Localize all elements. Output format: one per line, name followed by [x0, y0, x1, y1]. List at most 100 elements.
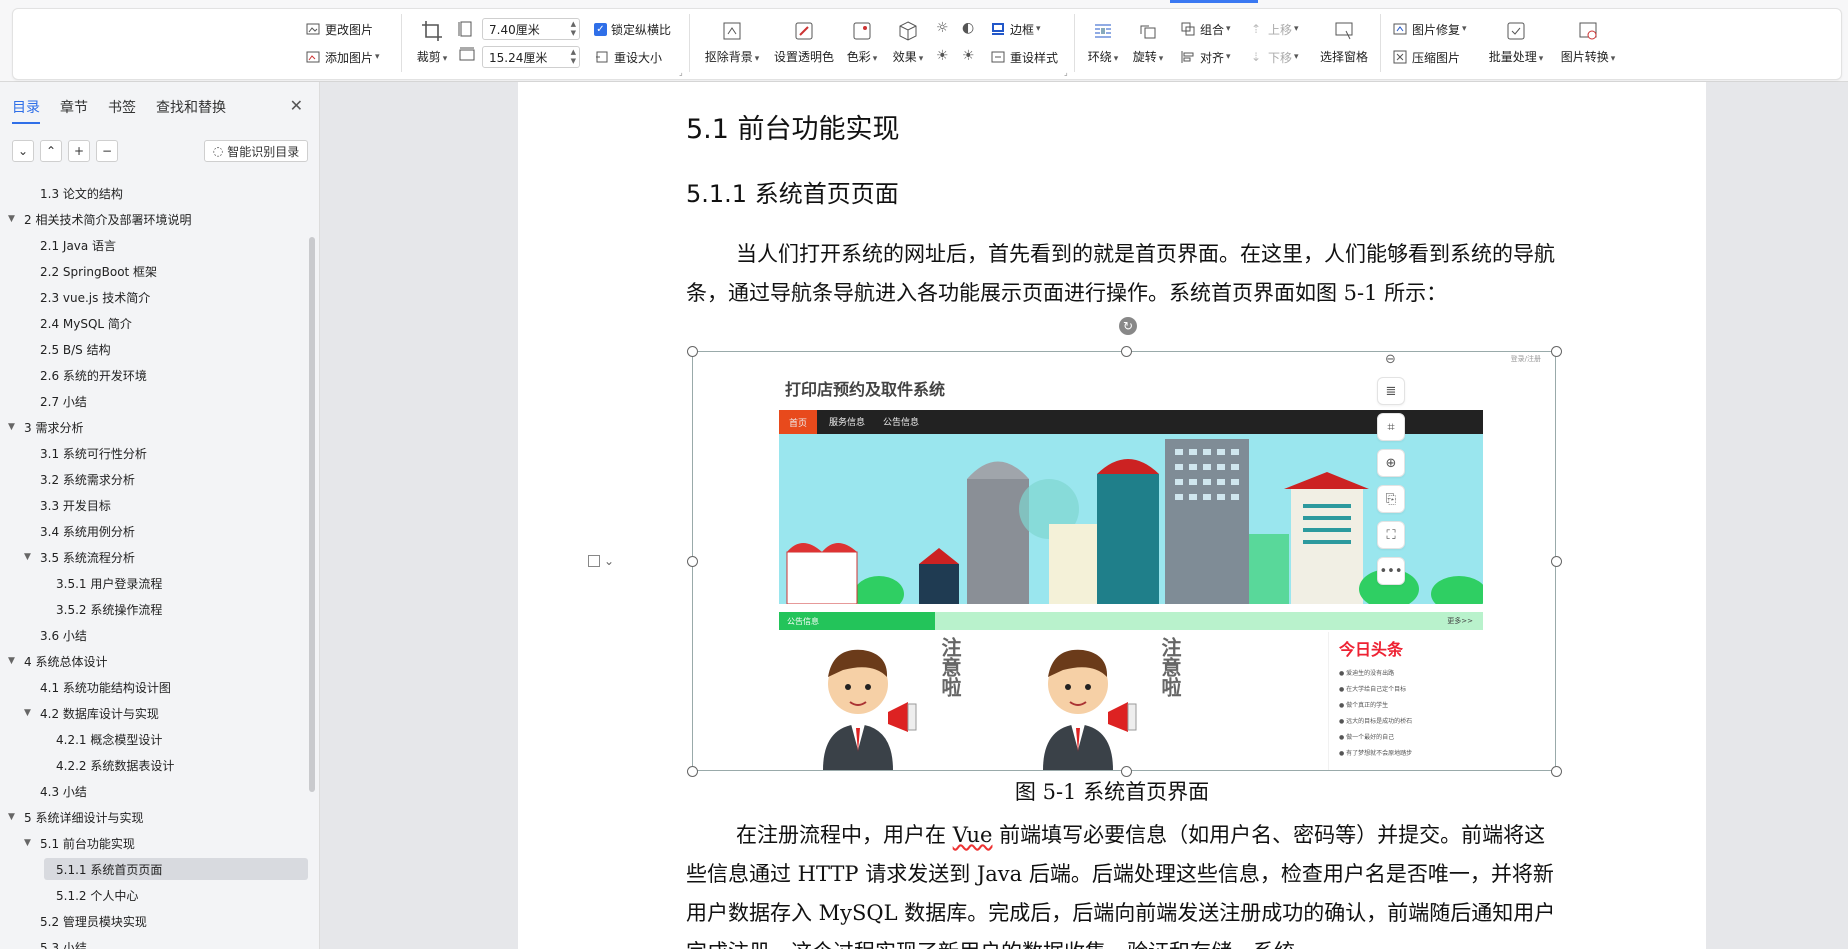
document-canvas[interactable]: 5.1 前台功能实现 5.1.1 系统首页页面 当人们打开系统的网址后，首先看到… [320, 82, 1848, 949]
toc-item[interactable]: 4.3 小结 [40, 780, 87, 802]
paragraph-intro[interactable]: 当人们打开系统的网址后，首先看到的就是首页界面。在这里，人们能够看到系统的导航条… [686, 235, 1566, 313]
contrast-down-icon[interactable]: ☀ [962, 48, 975, 64]
effects-button[interactable]: 效果 [890, 18, 926, 65]
set-transparent-button[interactable]: 设置透明色 [772, 18, 836, 65]
toc-item[interactable]: ▼ 2 相关技术简介及部署环境说明 [8, 208, 191, 230]
batch-process-icon [1503, 18, 1529, 44]
toc-item[interactable]: 1.3 论文的结构 [40, 182, 123, 204]
add-image-button[interactable]: 添加图片 [305, 46, 380, 68]
toc-item[interactable]: ▼ 5 系统详细设计与实现 [8, 806, 143, 828]
toc-item[interactable]: 2.1 Java 语言 [40, 234, 116, 256]
width-input[interactable]: 15.24厘米 ▲ ▼ [482, 46, 580, 68]
toc-item[interactable]: 4.2.1 概念模型设计 [56, 728, 162, 750]
resize-handle[interactable] [1121, 346, 1132, 357]
zoom-tool[interactable]: ⊕ [1377, 449, 1405, 477]
brightness-down-icon[interactable]: ☀ [936, 48, 949, 64]
toc-item[interactable]: 3.5.1 用户登录流程 [56, 572, 162, 594]
add-heading-button[interactable]: + [68, 140, 90, 162]
expand-arrow-icon[interactable]: ▼ [8, 812, 20, 822]
toc-item[interactable]: 3.1 系统可行性分析 [40, 442, 147, 464]
expand-arrow-icon[interactable]: ▼ [24, 838, 36, 848]
sidebar-scrollbar[interactable] [309, 237, 315, 792]
collapse-tools-icon[interactable]: ⊖ [1385, 352, 1396, 367]
wrap-layout-tool[interactable]: ≣ [1377, 377, 1405, 405]
layout-options-button[interactable]: ⌄ [588, 550, 624, 572]
paragraph-register[interactable]: 在注册流程中，用户在 Vue 前端填写必要信息（如用户名、密码等）并提交。前端将… [686, 816, 1566, 949]
expand-arrow-icon[interactable]: ▼ [24, 708, 36, 718]
height-input[interactable]: 7.40厘米 ▲ ▼ [482, 18, 580, 40]
rotate-button[interactable]: 旋转 [1130, 18, 1166, 65]
toc-item[interactable]: 2.6 系统的开发环境 [40, 364, 147, 386]
toc-item[interactable]: 5.3 小结 [40, 936, 87, 949]
collapse-all-button[interactable]: ⌄ [12, 140, 34, 162]
contrast-icon[interactable]: ◐ [962, 20, 974, 36]
expand-arrow-icon[interactable]: ▼ [8, 214, 20, 224]
resize-handle[interactable] [687, 556, 698, 567]
extract-text-tool[interactable]: ⛶ [1377, 521, 1405, 549]
navigation-pane: 目录 章节 书签 查找和替换 ✕ ⌄ ⌃ + − ◌ 智能识别目录 1.3 论文… [0, 82, 320, 949]
dialog-launcher-icon[interactable]: ⌟ [1064, 68, 1068, 77]
smart-toc-button[interactable]: ◌ 智能识别目录 [204, 140, 308, 162]
crop-tool[interactable]: ⌗ [1377, 413, 1405, 441]
brightness-up-icon[interactable]: ☼ [936, 20, 949, 36]
crop-button[interactable]: 裁剪 [412, 18, 452, 65]
toc-item[interactable]: 3.4 系统用例分析 [40, 520, 135, 542]
tab-find-replace[interactable]: 查找和替换 [156, 97, 226, 117]
move-down-button[interactable]: ⇣ 下移 [1248, 46, 1299, 68]
toc-item[interactable]: 3.2 系统需求分析 [40, 468, 135, 490]
close-icon[interactable]: ✕ [290, 96, 303, 115]
toc-item[interactable]: ▼ 5.1 前台功能实现 [24, 832, 135, 854]
toc-item[interactable]: 4.2.2 系统数据表设计 [56, 754, 174, 776]
toc-item[interactable]: 2.5 B/S 结构 [40, 338, 111, 360]
tab-toc[interactable]: 目录 [12, 97, 40, 124]
align-button[interactable]: 对齐 [1180, 46, 1231, 68]
lock-ratio-checkbox[interactable]: ✓ 锁定纵横比 [594, 18, 671, 40]
change-image-button[interactable]: 更改图片 [305, 18, 373, 40]
toc-item[interactable]: 5.1.1 系统首页页面 [56, 858, 162, 880]
document-page[interactable]: 5.1 前台功能实现 5.1.1 系统首页页面 当人们打开系统的网址后，首先看到… [518, 82, 1706, 949]
toc-item[interactable]: ▼ 3 需求分析 [8, 416, 83, 438]
reset-style-button[interactable]: 重设样式 [990, 46, 1058, 68]
group-button[interactable]: 组合 [1180, 18, 1231, 40]
resize-handle[interactable] [1551, 556, 1562, 567]
width-icon [458, 47, 476, 67]
toc-item[interactable]: 5.1.2 个人中心 [56, 884, 138, 906]
expand-arrow-icon[interactable]: ▼ [24, 552, 36, 562]
wrap-button[interactable]: 环绕 [1085, 18, 1121, 65]
expand-arrow-icon[interactable]: ▼ [8, 422, 20, 432]
reset-size-button[interactable]: 重设大小 [594, 46, 662, 68]
color-button[interactable]: 色彩 [844, 18, 880, 65]
toc-item[interactable]: 3.3 开发目标 [40, 494, 111, 516]
toc-item[interactable]: ▼ 4 系统总体设计 [8, 650, 107, 672]
resize-handle[interactable] [1551, 346, 1562, 357]
toc-item[interactable]: 2.3 vue.js 技术简介 [40, 286, 150, 308]
expand-up-button[interactable]: ⌃ [40, 140, 62, 162]
toc-item[interactable]: 3.6 小结 [40, 624, 87, 646]
tab-bookmarks[interactable]: 书签 [108, 97, 136, 117]
toc-item[interactable]: ▼ 3.5 系统流程分析 [24, 546, 135, 568]
toc-item[interactable]: 3.5.2 系统操作流程 [56, 598, 162, 620]
rotate-handle-icon[interactable]: ↻ [1119, 317, 1137, 335]
tab-sections[interactable]: 章节 [60, 97, 88, 117]
image-repair-button[interactable]: 图片修复 [1392, 18, 1467, 40]
compress-image-button[interactable]: 压缩图片 [1392, 46, 1460, 68]
toc-item[interactable]: 4.1 系统功能结构设计图 [40, 676, 171, 698]
resize-handle[interactable] [687, 346, 698, 357]
crop-icon: ⌗ [1387, 419, 1395, 435]
toc-item[interactable]: 2.4 MySQL 简介 [40, 312, 132, 334]
move-up-button[interactable]: ⇡ 上移 [1248, 18, 1299, 40]
remove-background-button[interactable]: 抠除背景 [702, 18, 762, 65]
image-convert-button[interactable]: 图片转换 [1558, 18, 1618, 65]
border-button[interactable]: 边框 [990, 18, 1041, 40]
rotate-tool[interactable]: ⎘ [1377, 485, 1405, 513]
batch-process-button[interactable]: 批量处理 [1486, 18, 1546, 65]
toc-item[interactable]: 5.2 管理员模块实现 [40, 910, 147, 932]
more-tool[interactable]: ••• [1377, 557, 1405, 585]
toc-item[interactable]: ▼ 4.2 数据库设计与实现 [24, 702, 159, 724]
remove-heading-button[interactable]: − [96, 140, 118, 162]
toc-item[interactable]: 2.7 小结 [40, 390, 87, 412]
dialog-launcher-icon[interactable]: ⌟ [679, 68, 683, 77]
expand-arrow-icon[interactable]: ▼ [8, 656, 20, 666]
selection-pane-button[interactable]: 选择窗格 [1316, 18, 1372, 65]
toc-item[interactable]: 2.2 SpringBoot 框架 [40, 260, 157, 282]
